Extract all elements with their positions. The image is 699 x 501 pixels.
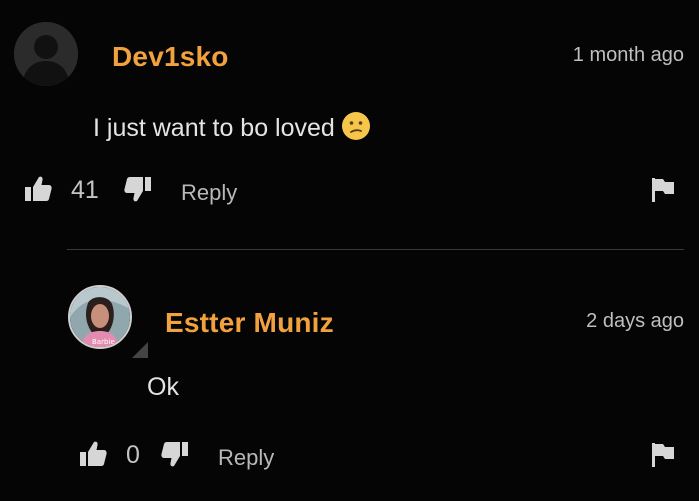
thumbs-up-icon[interactable] <box>77 438 109 470</box>
comment-text: I just want to bo loved <box>93 111 371 143</box>
flag-icon[interactable] <box>650 176 676 204</box>
username[interactable]: Estter Muniz <box>165 307 334 339</box>
thumbs-up-icon[interactable] <box>22 173 54 205</box>
thumbs-down-icon[interactable] <box>159 438 191 470</box>
reply-button[interactable]: Reply <box>218 445 274 471</box>
reply-indicator-icon <box>132 342 148 358</box>
avatar[interactable]: Barbie <box>68 285 132 349</box>
timestamp: 2 days ago <box>586 310 684 332</box>
comments-section: Dev1sko 1 month ago I just want to bo lo… <box>0 0 699 501</box>
confused-face-icon <box>341 112 370 140</box>
comment-actions: 0 Reply <box>77 438 682 470</box>
comment-text-content: I just want to bo loved <box>93 114 335 142</box>
timestamp: 1 month ago <box>572 44 684 66</box>
comment-text: Ok <box>147 373 179 401</box>
avatar[interactable] <box>14 22 78 86</box>
svg-text:Barbie: Barbie <box>92 338 115 346</box>
comment: Dev1sko 1 month ago I just want to bo lo… <box>0 0 699 250</box>
reply-button[interactable]: Reply <box>181 180 237 206</box>
profile-photo-icon: Barbie <box>70 287 130 347</box>
like-count: 0 <box>126 441 140 469</box>
username[interactable]: Dev1sko <box>112 41 229 73</box>
user-silhouette-icon <box>14 22 78 86</box>
thumbs-down-icon[interactable] <box>122 173 154 205</box>
like-count: 41 <box>71 176 99 204</box>
comment-reply: Barbie Estter Muniz 2 days ago Ok 0 Repl… <box>0 250 699 501</box>
comment-actions: 41 Reply <box>22 173 682 205</box>
flag-icon[interactable] <box>650 441 676 469</box>
